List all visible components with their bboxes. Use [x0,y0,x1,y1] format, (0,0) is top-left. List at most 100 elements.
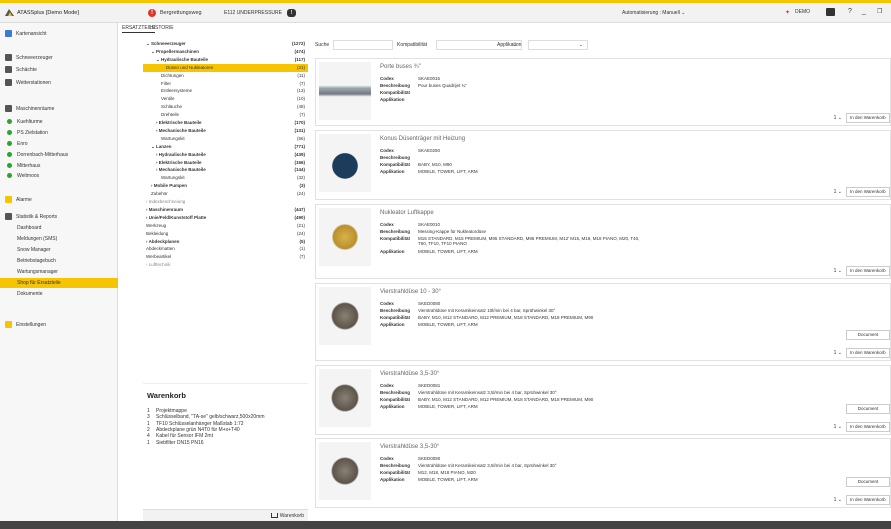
add-to-cart-button[interactable]: In den Warenkorb [846,187,890,197]
sidebar-item-dokumente[interactable]: Dokumente [0,289,118,299]
tree-item[interactable]: Filter (7) [143,80,308,88]
tree-item[interactable]: ⌄ Hydraulische Bauteile (117) [143,56,308,64]
quantity-select[interactable]: 1 ⌄ [834,497,842,503]
demo-user-label[interactable]: DEMO [795,9,810,15]
tree-item-label: ⌄ Propellermaschinen [151,48,200,54]
minimize-icon[interactable]: _ [862,8,866,15]
product-card[interactable]: Vierstrahldüse 3,5-30° Codex SKED0080 Besch… [315,438,891,508]
tree-item[interactable]: › Mobile Pumpen (3) [143,182,308,190]
sidebar-item-enro[interactable]: Enro [0,139,118,149]
sidebar-item-label: Dokumente [17,291,43,297]
tab-historie[interactable]: HISTORIE [150,25,174,31]
sidebar-item-kuehlturme[interactable]: Kuehlturme [0,117,118,127]
field-value: MOBILE, TOWER, LIFT, ARM [418,169,478,174]
product-card[interactable]: Vierstrahldüse 10 - 30° Codex SKED0080 Besc… [315,283,891,361]
product-card[interactable]: Konus Düsenträger mit Heizung Codex SKAE02… [315,130,891,200]
sidebar-item-betriebstagebuch[interactable]: Betriebstagebuch [0,256,118,266]
add-to-cart-button[interactable]: In den Warenkorb [846,422,890,432]
user-icon[interactable]: ✦ [785,9,790,16]
tree-item[interactable]: ⌄ Schneeerzeuger (1272) [143,40,308,48]
tree-item[interactable]: › Elektrische Bauteile (170) [143,119,308,127]
search-input[interactable] [333,40,393,50]
tree-item-count: (490) [294,214,305,220]
field-value: BABY, M10, M12 STANDARD, M12 PREMIUM, M1… [418,315,594,320]
tree-item[interactable]: › Hydraulische Bauteile (439) [143,151,308,159]
add-to-cart-button[interactable]: In den Warenkorb [846,113,890,123]
product-field-code: Codex SKAE0015 [380,76,648,81]
machine-room-icon [5,105,12,112]
help-icon[interactable]: ? [848,8,852,15]
tree-item[interactable]: › Maschinenraum (447) [143,206,308,214]
sidebar-item-weitmoos[interactable]: Weitmoos [0,171,118,181]
app-select[interactable]: ⌄ [528,40,588,50]
tree-item-count: (1272) [291,41,305,46]
quantity-select[interactable]: 1 ⌄ [834,115,842,121]
maximize-icon[interactable]: ❐ [877,8,882,15]
snowmaker-icon [5,54,12,61]
sidebar-item-snow-manager[interactable]: Snow Manager [0,245,118,255]
tree-item[interactable]: › Mechanische Bauteile (144) [143,166,308,174]
sidebar-item-ps-zielstation[interactable]: PS Zielstation [0,128,118,138]
sidebar-item-wetterstationen[interactable]: Wetterstationen [0,78,118,88]
warning-code[interactable]: E112 UNDERPRESSURE [224,10,282,16]
tree-item[interactable]: ⌄ Lanzen (771) [143,143,308,151]
sidebar-item-maschinenräume[interactable]: Maschinenräume [0,104,118,114]
sidebar-item-mitterhaus[interactable]: Mitterhaus [0,161,118,171]
tree-item[interactable]: › Indexbeschneiung [143,198,308,206]
sidebar-item-schächte[interactable]: Schächte [0,65,118,75]
quantity-select[interactable]: 1 ⌄ [834,189,842,195]
product-title: Nukleator Luftkappe [380,210,434,216]
sidebar-item-dashboard[interactable]: Dashboard [0,223,118,233]
tree-item[interactable]: › Elektrische Bauteile (156) [143,159,308,167]
add-to-cart-button[interactable]: In den Warenkorb [846,495,890,505]
sidebar-item-meldungen-sms[interactable]: Meldungen (SMS) [0,234,118,244]
add-to-cart-button[interactable]: In den Warenkorb [846,266,890,276]
tree-item[interactable]: › Abdeckplanen (5) [143,238,308,246]
tree-item[interactable]: › Unie/Feld/Kunststoff Platte (490) [143,214,308,222]
tree-item[interactable]: ⌄ Propellermaschinen (474) [143,48,308,56]
tree-item[interactable]: Schläuche (48) [143,103,308,111]
tree-item[interactable]: Ventile (10) [143,95,308,103]
tree-item[interactable]: Bekleidung (24) [143,230,308,238]
quantity-select[interactable]: 1 ⌄ [834,424,842,430]
tree-item[interactable]: Werkzeug (21) [143,222,308,230]
tree-item[interactable]: Werbeartikel (7) [143,253,308,261]
sidebar-item-einstellungen[interactable]: Einstellungen [0,320,118,330]
tree-item[interactable]: › Lufttechnik [143,261,308,269]
tree-item[interactable]: Wartungskit (56) [143,135,308,143]
tree-item[interactable]: Abdeckmatten (1) [143,245,308,253]
sidebar-item-schneeerzeuger[interactable]: Schneeerzeuger [0,53,118,63]
tree-item[interactable]: Wartungskit (32) [143,174,308,182]
product-title: Vierstrahldüse 10 - 30° [380,289,441,295]
sidebar-item-shop-für-ersatzteile[interactable]: Shop für Ersatzteile [0,278,118,288]
product-card[interactable]: Porte buses ¾" Codex SKAE0015 Beschreibung P… [315,58,891,126]
sidebar-item-kartenansicht[interactable]: Kartenansicht [0,29,118,39]
warning-badge[interactable]: ! [287,9,296,17]
sidebar-item-wartungsmanager[interactable]: Wartungsmanager [0,267,118,277]
product-card[interactable]: Vierstrahldüse 3,5-30° Codex SKED0081 Besch… [315,365,891,435]
product-image [319,369,371,427]
tree-item[interactable]: Entleersysteme (13) [143,87,308,95]
compat-label: Kompatibilität [397,42,428,48]
warning-text[interactable]: Bergrettungsweg [160,10,202,16]
quantity-select[interactable]: 1 ⌄ [834,268,842,274]
document-button[interactable]: Document [846,404,890,414]
cart-item-text: Abdeckplane grün N4T0 für M+x+T40 [156,426,240,433]
open-cart-button[interactable]: Warenkorb [270,513,304,519]
tree-item[interactable]: Drehteile (7) [143,111,308,119]
document-button[interactable]: Document [846,330,890,340]
add-to-cart-button[interactable]: In den Warenkorb [846,348,890,358]
tree-item[interactable]: Dichtungen (11) [143,72,308,80]
automation-mode-select[interactable]: Automatisierung : Manuell ⌄ [622,10,685,16]
sidebar-item-dorrenbach-mitterhaus[interactable]: Dorrenbach-Mitterhaus [0,150,118,160]
screen-icon[interactable] [826,8,835,16]
error-icon[interactable]: ! [148,9,156,17]
product-card[interactable]: Nukleator Luftkappe Codex SKAE0010 Beschrei… [315,204,891,279]
sidebar-item-statistik-reports[interactable]: Statistik & Reports [0,212,118,222]
tree-item[interactable]: › Mechanische Bauteile (131) [143,127,308,135]
tree-item[interactable]: Düsen und Nukleatoren (21) [143,63,308,72]
document-button[interactable]: Document [846,477,890,487]
tree-item[interactable]: Zubehör (24) [143,190,308,198]
sidebar-item-alarme[interactable]: Alarme [0,195,118,205]
quantity-select[interactable]: 1 ⌄ [834,350,842,356]
